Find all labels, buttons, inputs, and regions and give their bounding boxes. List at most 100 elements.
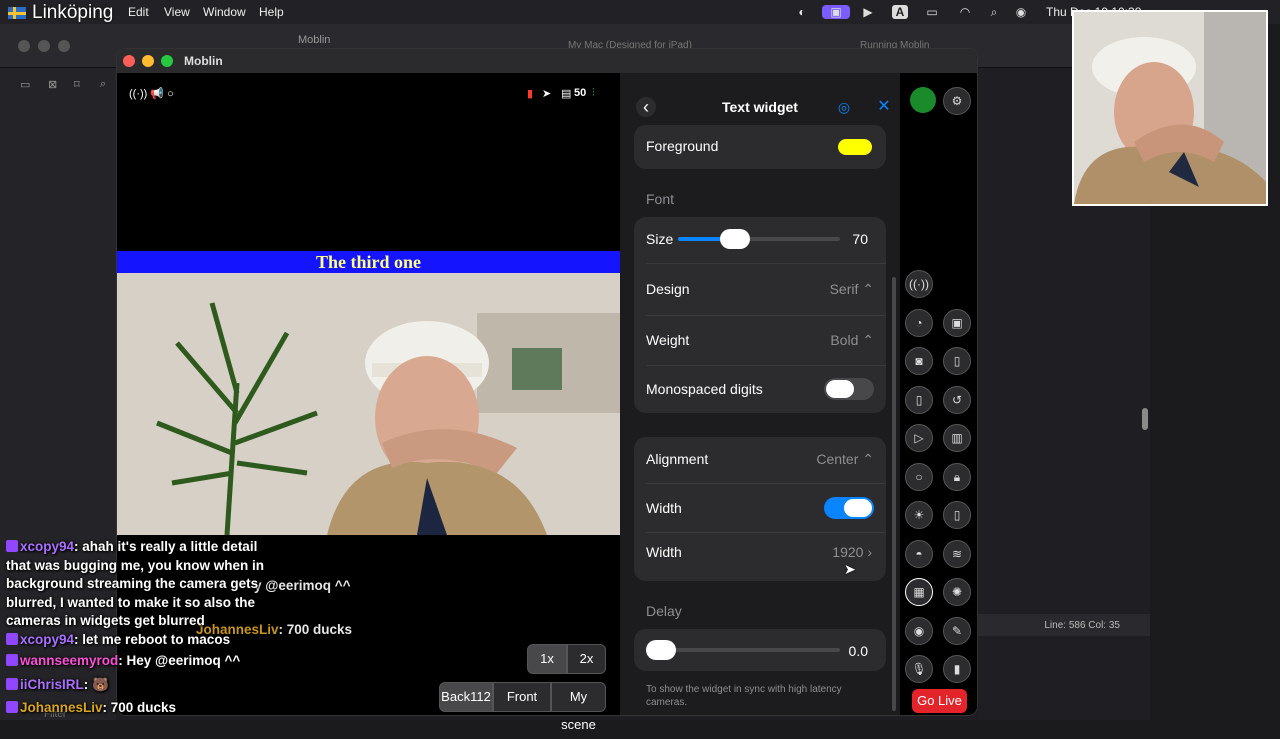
ide-zoom-button[interactable] <box>58 40 70 52</box>
close-button[interactable] <box>123 55 135 67</box>
foreground-row[interactable]: Foreground <box>634 125 886 169</box>
moblin-mascot-icon[interactable] <box>910 87 936 113</box>
audio-bars-icon[interactable]: ▥ <box>943 424 971 452</box>
minimize-button[interactable] <box>142 55 154 67</box>
divider <box>646 365 886 366</box>
alignment-value: Center <box>816 451 859 467</box>
zoom-2x-button[interactable]: 2x <box>567 644 606 674</box>
stream-antenna-icon[interactable]: ((·)) <box>905 270 933 298</box>
scene-back112-button[interactable]: Back112 <box>439 682 493 712</box>
camera-feed-image <box>117 273 620 535</box>
play-icon[interactable]: ▷ <box>905 424 933 452</box>
menu-view[interactable]: View <box>164 5 190 19</box>
layout-card: Alignment Center ⌃ Width Width 1920 › <box>634 437 886 581</box>
location-overlay: Linköping <box>8 2 113 24</box>
hide-widget-eye-icon[interactable]: ◎ <box>830 93 858 121</box>
folder-icon[interactable]: ▭ <box>20 78 30 91</box>
scene-front-button[interactable]: Front <box>493 682 551 712</box>
screen-share-icon[interactable]: ▣ <box>822 5 850 19</box>
zoom-1x-button[interactable]: 1x <box>527 644 567 674</box>
zoom-button[interactable] <box>161 55 173 67</box>
delay-section-header: Delay <box>646 603 682 619</box>
flashlight-icon[interactable]: ▮ <box>943 655 971 683</box>
lock-icon[interactable]: 🔒︎ <box>943 463 971 491</box>
location-status-icon: ➤ <box>542 88 552 100</box>
ide-app-title: Moblin <box>298 34 331 46</box>
menu-edit[interactable]: Edit <box>128 5 149 19</box>
chat-message: background streaming the camera gets <box>6 576 258 591</box>
input-source-icon[interactable]: A <box>892 5 908 19</box>
fps-value: 50 <box>574 87 587 99</box>
aperture-icon[interactable]: ✺ <box>943 578 971 606</box>
scenes-status-icon[interactable]: ◐ <box>794 5 810 19</box>
chat-text: that was bugging me, you know when in <box>6 558 265 573</box>
delay-card: 0.0 <box>634 629 886 671</box>
back-chevron-icon[interactable]: ‹ <box>636 97 656 117</box>
width-row[interactable]: 1920 › <box>832 544 872 560</box>
mouse-cursor-icon: ➤ <box>844 561 856 577</box>
search-icon[interactable]: ⌕ <box>986 5 1002 19</box>
bitrate-status-icon: ((·)) 📢 ○ <box>129 88 174 100</box>
weight-picker[interactable]: Bold ⌃ <box>830 332 874 349</box>
design-label: Design <box>646 281 690 297</box>
snapshot-icon[interactable]: ▣ <box>943 309 971 337</box>
source-control-icon[interactable]: ⊠ <box>48 78 57 91</box>
window-title: Moblin <box>184 54 223 68</box>
menu-help[interactable]: Help <box>259 5 284 19</box>
chat-text: : 🐻 <box>83 677 109 692</box>
remote-control-icon[interactable]: ▯ <box>943 501 971 529</box>
width-toggle[interactable] <box>824 497 874 519</box>
sunrise-icon[interactable]: ☀ <box>905 501 933 529</box>
ide-scrollbar[interactable] <box>1142 408 1148 430</box>
remote-icon[interactable]: ▯ <box>943 347 971 375</box>
twitch-icon <box>6 540 18 552</box>
cap-icon[interactable]: ◓ <box>905 540 933 568</box>
foreground-color-swatch[interactable] <box>838 139 872 155</box>
settings-gear-icon[interactable]: ⚙ <box>943 87 971 115</box>
monospaced-label: Monospaced digits <box>646 381 763 397</box>
replay-icon[interactable]: ↺ <box>943 386 971 414</box>
control-bar: ⚙ ((·)) ◔ ▣ ◙ ▯ ▯ ↺ ▷ ▥ ○ 🔒︎ ☀ ▯ ◓ ≋ ▦ ✺… <box>900 73 977 715</box>
chat-ghost-text: y @eerimoq ^^ <box>254 578 351 593</box>
foreground-label: Foreground <box>646 138 719 154</box>
cursor-position: Line: 586 Col: 35 <box>1044 619 1120 631</box>
location-text: Linköping <box>32 2 114 23</box>
chat-bubble-icon[interactable]: ○ <box>905 463 933 491</box>
bookmark-icon[interactable]: ⌑ <box>74 78 80 91</box>
delay-slider-knob[interactable] <box>646 640 676 660</box>
divider <box>646 315 886 316</box>
control-center-icon[interactable]: ◉ <box>1013 5 1029 19</box>
camera-icon[interactable]: ◙ <box>905 347 933 375</box>
wifi-icon[interactable]: ◠ <box>957 5 973 19</box>
chat-text: cameras in widgets get blurred <box>6 613 205 628</box>
size-value: 70 <box>852 231 868 247</box>
divider <box>646 263 886 264</box>
ide-close-button[interactable] <box>18 40 30 52</box>
delay-slider-track[interactable] <box>660 648 840 652</box>
chat-message: wannseemyrod: Hey @eerimoq ^^ <box>6 653 240 668</box>
design-picker[interactable]: Serif ⌃ <box>830 281 874 298</box>
widgets-icon[interactable]: ▦ <box>905 578 933 606</box>
chat-text: : ahah it's really a little detail <box>74 539 258 554</box>
panel-scrollbar[interactable] <box>892 277 896 711</box>
layers-icon[interactable]: ≋ <box>943 540 971 568</box>
find-icon[interactable]: ⌕ <box>100 78 106 91</box>
pen-icon[interactable]: ✎ <box>943 617 971 645</box>
speed-icon[interactable]: ◔ <box>905 309 933 337</box>
microphone-icon[interactable]: 🎙︎ <box>905 655 933 683</box>
monospaced-toggle[interactable] <box>824 378 874 400</box>
go-live-button[interactable]: Go Live <box>912 689 967 713</box>
menu-window[interactable]: Window <box>203 5 246 19</box>
play-status-icon[interactable]: ▶ <box>860 5 876 19</box>
record-icon[interactable]: ◉ <box>905 617 933 645</box>
close-panel-icon[interactable]: ✕ <box>870 93 898 121</box>
twitch-icon <box>6 633 18 645</box>
chat-text: blurred, I wanted to make it so also the <box>6 595 256 610</box>
battery-icon[interactable]: ▭ <box>924 5 940 19</box>
chat-username: iiChrisIRL <box>20 677 84 692</box>
size-slider-knob[interactable] <box>720 229 750 249</box>
alignment-picker[interactable]: Center ⌃ <box>816 451 874 468</box>
drone-icon[interactable]: ▯ <box>905 386 933 414</box>
scene-my-scene-button[interactable]: My scene <box>551 682 606 732</box>
ide-minimize-button[interactable] <box>38 40 50 52</box>
